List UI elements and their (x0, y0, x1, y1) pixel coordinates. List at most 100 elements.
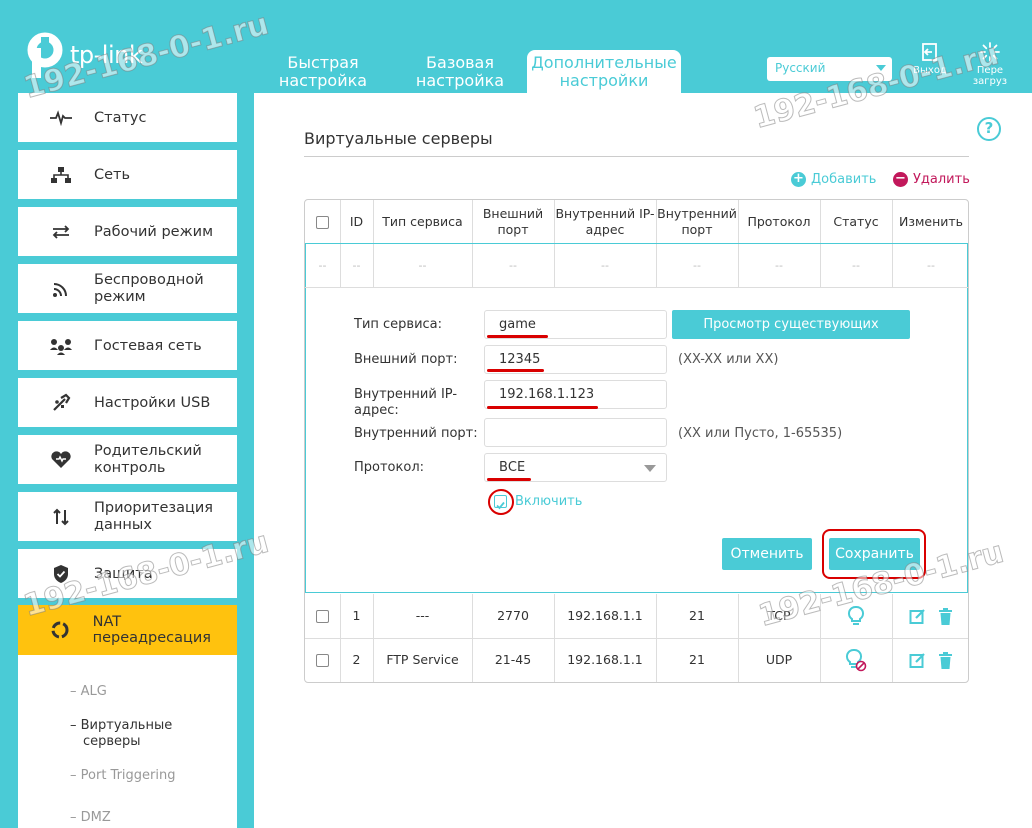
cell-internal-port: 21 (689, 608, 705, 623)
sidebar-item-label: режим (94, 288, 146, 305)
sidebar-item-label: Сеть (94, 166, 131, 183)
add-label: Добавить (811, 172, 877, 187)
tab-basic[interactable]: Базовая настройка (410, 50, 510, 93)
annotation-underline (487, 478, 531, 481)
sidebar-item-label: Гостевая сеть (94, 337, 202, 354)
select-all-cell (305, 200, 340, 244)
view-services-button[interactable]: Просмотр существующих сервисов (672, 310, 910, 361)
add-button[interactable]: + Добавить (791, 172, 876, 187)
submenu-item-dmz[interactable]: – DMZ (70, 810, 111, 826)
row-checkbox[interactable] (316, 653, 329, 667)
pulse-icon (46, 108, 76, 128)
external-port-hint: (XX-XX или XX) (678, 352, 779, 367)
trash-icon[interactable] (938, 651, 953, 669)
sidebar-item-label: контроль (94, 459, 166, 476)
sidebar-item-label: Статус (94, 109, 147, 126)
column-header-label: порт (497, 222, 529, 237)
tab-label: настройка (278, 71, 368, 90)
bulb-off-icon[interactable] (845, 648, 867, 672)
column-header-label: адрес (585, 222, 625, 237)
column-header-label: Внутренний IP- (555, 206, 655, 221)
submenu-label: ALG (80, 684, 107, 699)
external-port-label: Внешний порт: (354, 352, 458, 367)
column-header-service: Тип сервиса (382, 214, 463, 229)
network-icon (46, 165, 76, 185)
cancel-button[interactable]: Отменить (722, 538, 812, 570)
cell-status (820, 638, 892, 682)
edit-icon[interactable] (909, 608, 926, 625)
annotation-underline (487, 369, 544, 372)
submenu-item-port-triggering[interactable]: – Port Triggering (70, 768, 175, 784)
tab-label: Быстрая (287, 53, 359, 72)
sidebar-item-qos[interactable]: Приоритезация данных (18, 492, 237, 541)
row-checkbox[interactable] (316, 609, 329, 623)
column-header-internal-ip: Внутренний IP- адрес (554, 200, 656, 244)
enable-label: Включить (515, 494, 583, 509)
help-icon: ? (984, 119, 994, 137)
column-header-external-port: Внешний порт (472, 200, 554, 244)
annotation-underline (487, 406, 598, 409)
protocol-value: ВСЕ (499, 460, 526, 475)
wifi-icon (46, 279, 76, 299)
sidebar-item-status[interactable]: Статус (18, 93, 237, 142)
submenu-item-alg[interactable]: – ALG (70, 684, 107, 700)
cell-edit (892, 638, 970, 682)
delete-button[interactable]: − Удалить (893, 172, 970, 187)
cell-service: FTP Service (386, 652, 459, 667)
cell-internal-port: 21 (689, 652, 705, 667)
sidebar-item-label: Настройки USB (94, 394, 211, 411)
sidebar-item-label: Приоритезация (94, 499, 214, 516)
heart-icon (46, 450, 76, 470)
nat-icon (46, 620, 75, 640)
guests-icon (46, 336, 76, 356)
tab-label: Базовая (426, 53, 494, 72)
internal-ip-label-text: адрес: (354, 403, 399, 418)
tab-label: настройки (559, 71, 649, 90)
submenu-item-virtual-servers[interactable]: – Виртуальные серверы (70, 718, 172, 750)
sidebar-item-operation-mode[interactable]: Рабочий режим (18, 207, 237, 256)
internal-ip-label: Внутренний IP- адрес: (354, 387, 457, 419)
title-divider (304, 156, 969, 157)
edit-icon[interactable] (909, 652, 926, 669)
internal-ip-input[interactable]: 192.168.1.123 (484, 380, 667, 409)
column-header-label: Внутренний (657, 206, 737, 221)
sidebar-item-label: Беспроводной (94, 271, 204, 288)
submenu-dash: – (70, 684, 81, 699)
cell-external-port: 2770 (497, 608, 529, 623)
submenu-label: серверы (83, 734, 141, 749)
column-header-label: порт (681, 222, 713, 237)
tab-quick-setup[interactable]: Быстрая настройка (276, 50, 370, 93)
sidebar-item-parental-control[interactable]: Родительский контроль (18, 435, 237, 484)
internal-port-input[interactable] (484, 418, 667, 447)
internal-ip-label-text: Внутренний IP- (354, 387, 458, 402)
trash-icon[interactable] (938, 607, 953, 625)
protocol-label: Протокол: (354, 460, 425, 475)
priority-arrows-icon (46, 507, 76, 527)
sidebar-item-network[interactable]: Сеть (18, 150, 237, 199)
help-button[interactable]: ? (977, 117, 1001, 141)
sidebar-item-wireless[interactable]: Беспроводной режим (18, 264, 237, 313)
sidebar-item-label: данных (94, 516, 152, 533)
annotation-underline (487, 335, 548, 338)
usb-icon (46, 393, 76, 413)
mode-switch-icon (46, 222, 76, 242)
sidebar-item-label: Родительский (94, 442, 202, 459)
tab-label: настройка (415, 71, 505, 90)
sidebar-item-usb[interactable]: Настройки USB (18, 378, 237, 427)
submenu-label: Port Triggering (80, 768, 176, 783)
page-title: Виртуальные серверы (304, 129, 493, 148)
sidebar-item-guest-network[interactable]: Гостевая сеть (18, 321, 237, 370)
tab-label: Дополнительные (531, 53, 677, 72)
internal-port-label: Внутренний порт: (354, 426, 478, 441)
column-header-protocol: Протокол (747, 214, 811, 229)
language-value: Русский (775, 61, 826, 75)
plus-icon: + (791, 172, 806, 187)
tab-advanced[interactable]: Дополнительные настройки (527, 50, 681, 93)
sidebar-item-label: NAT переадресация (92, 614, 212, 646)
column-header-edit: Изменить (898, 214, 964, 229)
delete-label: Удалить (913, 172, 970, 187)
column-header-label: Внешний (482, 206, 544, 221)
cell-internal-ip: 192.168.1.1 (567, 652, 643, 667)
select-all-checkbox[interactable] (316, 215, 329, 229)
column-header-status: Статус (833, 214, 879, 229)
